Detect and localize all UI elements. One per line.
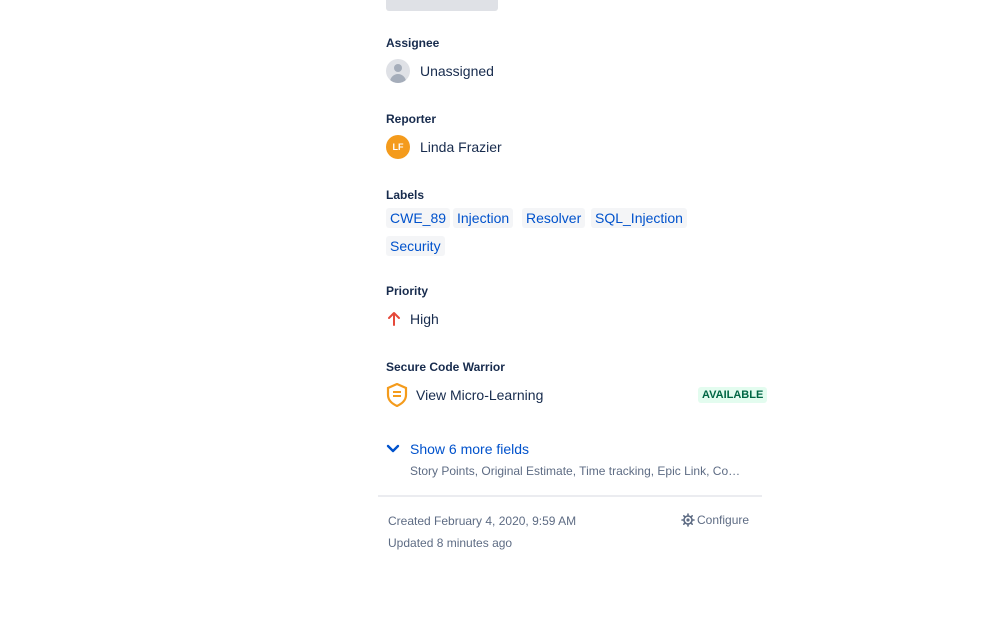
assignee-label: Assignee [386, 36, 440, 50]
label-chip[interactable]: Resolver [522, 208, 586, 228]
scw-label: Secure Code Warrior [386, 360, 505, 374]
priority-field[interactable]: High [386, 311, 439, 327]
chevron-down-icon [386, 444, 400, 453]
priority-value: High [410, 311, 439, 327]
unassigned-avatar-icon [386, 59, 410, 83]
label-chip[interactable]: Injection [453, 208, 514, 228]
reporter-field[interactable]: LF Linda Frazier [386, 135, 502, 159]
show-more-link[interactable]: Show 6 more fields [410, 441, 529, 457]
configure-button[interactable]: Configure [681, 513, 749, 527]
assignee-value: Unassigned [420, 63, 494, 79]
reporter-name: Linda Frazier [420, 139, 502, 155]
scw-field[interactable]: View Micro-Learning [386, 383, 543, 407]
arrow-up-icon [388, 312, 400, 326]
show-more-toggle[interactable]: Show 6 more fields [386, 441, 529, 457]
scw-link[interactable]: View Micro-Learning [416, 387, 543, 403]
reporter-label: Reporter [386, 112, 437, 126]
label-chip[interactable]: Security [386, 236, 445, 256]
divider [378, 495, 762, 497]
priority-label: Priority [386, 284, 429, 298]
hidden-fields-summary: Story Points, Original Estimate, Time tr… [410, 464, 746, 478]
updated-date: Updated 8 minutes ago [388, 536, 513, 550]
label-chip[interactable]: CWE_89 [386, 208, 451, 228]
label-chip[interactable]: SQL_Injection [591, 208, 687, 228]
available-badge: AVAILABLE [698, 387, 768, 403]
labels-label: Labels [386, 188, 425, 202]
assignee-field[interactable]: Unassigned [386, 59, 494, 83]
created-date: Created February 4, 2020, 9:59 AM [388, 514, 577, 528]
reporter-avatar: LF [386, 135, 410, 159]
status-button[interactable] [386, 0, 498, 11]
gear-icon [681, 513, 695, 527]
configure-label: Configure [697, 513, 750, 527]
shield-icon [386, 383, 408, 407]
